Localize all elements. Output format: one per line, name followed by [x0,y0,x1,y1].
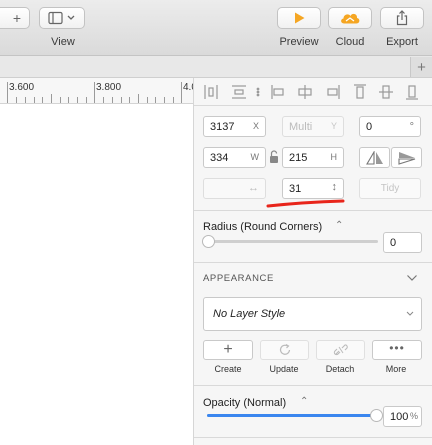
plus-icon: + [12,10,22,26]
opacity-slider-track[interactable] [207,414,377,417]
chevron-down-icon [406,311,414,316]
distribute-horizontal-icon[interactable] [204,85,218,99]
radius-field[interactable]: 0 [383,232,422,253]
divider [194,385,432,386]
appearance-header: APPEARANCE [203,273,274,284]
tidy-button[interactable]: Tidy [359,178,421,199]
more-style-button[interactable]: ••• [372,340,422,360]
layer-style-select[interactable]: No Layer Style [203,297,422,331]
align-horizontal-center-icon[interactable] [298,85,312,99]
vertical-spacing-icon: ↕ [331,181,338,193]
opacity-stepper-icon[interactable]: ⌃ [300,396,308,407]
width-field[interactable]: 334 W [203,147,266,168]
flip-vertical-button[interactable] [391,147,422,168]
create-style-button[interactable]: + [203,340,253,360]
horizontal-spacing-field[interactable]: ↔ [203,178,266,199]
align-vertical-center-icon[interactable] [379,85,393,99]
opacity-slider-knob[interactable] [370,409,383,422]
detach-style-button[interactable] [316,340,365,360]
add-tab-button[interactable]: + [410,57,432,77]
lock-icon[interactable] [268,149,280,165]
y-field[interactable]: Multi Y [282,116,344,137]
detach-label: Detach [325,364,355,374]
chevron-down-icon[interactable] [406,273,418,283]
rotation-value: 0 [366,121,373,133]
cloud-label: Cloud [335,36,365,48]
horizontal-spacing-icon: ↔ [248,182,259,194]
radius-label: Radius (Round Corners) [203,221,323,233]
distribute-vertical-icon[interactable] [232,85,246,99]
divider [194,105,432,106]
more-dots-icon[interactable] [256,87,260,97]
radius-slider-track[interactable] [207,240,378,243]
flip-horizontal-icon [365,150,383,165]
y-unit: Y [330,121,337,131]
canvas[interactable] [0,104,194,445]
flip-horizontal-button[interactable] [359,147,390,168]
ruler-mark: 3.600 [9,82,35,93]
export-label: Export [386,36,418,48]
rotation-unit: ° [409,121,414,133]
radius-stepper-icon[interactable]: ⌃ [335,220,343,231]
align-bottom-icon[interactable] [406,85,418,100]
opacity-label: Opacity (Normal) [203,397,287,409]
plus-icon: + [223,341,233,358]
preview-button[interactable] [277,7,321,29]
layer-style-value: No Layer Style [213,308,286,320]
width-unit: W [250,152,260,162]
height-unit: H [330,152,338,162]
create-label: Create [214,364,242,374]
horizontal-ruler: 3.600 3.800 4.0 [0,78,194,104]
divider [194,262,432,263]
x-field[interactable]: 3137 X [203,116,266,137]
ellipsis-icon: ••• [389,341,405,355]
export-button[interactable] [380,7,424,29]
detach-link-icon [333,344,348,356]
alignment-toolbar [204,84,418,100]
y-value: Multi [289,121,313,133]
red-underline-annotation [266,199,345,208]
spacing-value: 31 [289,183,302,195]
cloud-icon [341,13,360,24]
height-value: 215 [289,152,308,164]
radius-slider-knob[interactable] [202,235,215,248]
toolbar: + View Preview Cloud Export [0,0,432,56]
opacity-unit: % [409,411,418,421]
vertical-spacing-field[interactable]: 31 ↕ [282,178,344,199]
rotation-field[interactable]: 0 ° [359,116,421,137]
update-style-button[interactable] [260,340,309,360]
divider [194,210,432,211]
flip-vertical-icon [397,151,415,165]
refresh-icon [279,343,290,355]
update-label: Update [269,364,299,374]
x-unit: X [252,121,259,131]
opacity-value: 100 [390,411,409,423]
opacity-slider-fill [207,414,377,417]
cloud-button[interactable] [328,7,372,29]
align-right-icon[interactable] [327,85,340,99]
tab-bar: + [0,56,432,78]
radius-value: 0 [390,237,397,249]
view-button[interactable] [39,7,85,29]
play-icon [295,12,305,24]
divider [194,437,432,438]
ruler-mark: 3.800 [96,82,122,93]
preview-label: Preview [279,36,319,48]
x-value: 3137 [210,121,235,133]
width-value: 334 [210,152,229,164]
align-top-icon[interactable] [354,84,366,99]
view-label: View [51,36,75,48]
tidy-label: Tidy [380,183,400,194]
height-field[interactable]: 215 H [282,147,344,168]
more-label: More [385,364,407,374]
plus-icon: + [417,58,426,76]
align-left-icon[interactable] [271,85,284,99]
insert-button[interactable]: + [0,7,30,29]
share-icon [396,10,408,26]
opacity-field[interactable]: 100 % [383,406,422,427]
sidebar-view-icon [48,11,75,25]
